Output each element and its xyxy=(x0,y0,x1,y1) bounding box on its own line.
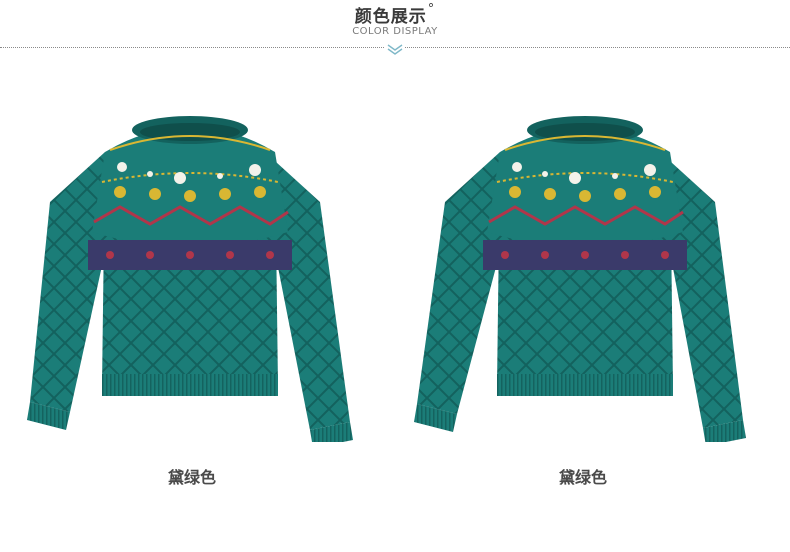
section-title: 颜色展示° xyxy=(0,2,790,27)
sweater-illustration xyxy=(27,116,353,442)
section-header: 颜色展示° COLOR DISPLAY xyxy=(0,0,790,60)
color-label-2: 黛绿色 xyxy=(558,468,607,487)
section-title-degree-mark: ° xyxy=(427,2,436,17)
product-image-teal-sweater-1 xyxy=(10,112,370,442)
section-title-text: 颜色展示 xyxy=(354,7,427,27)
section-subtitle: COLOR DISPLAY xyxy=(352,26,438,37)
color-label-1: 黛绿色 xyxy=(167,468,216,487)
product-image-teal-sweater-2 xyxy=(405,112,765,442)
double-chevron-down-icon xyxy=(385,42,405,56)
sweater-illustration xyxy=(414,116,746,442)
